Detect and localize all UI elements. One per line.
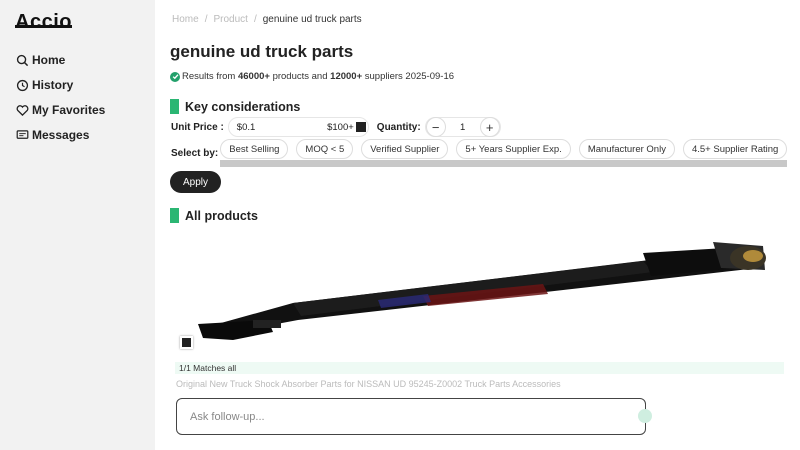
chip-best-selling[interactable]: Best Selling: [220, 139, 289, 159]
history-icon: [16, 79, 29, 91]
section-marker: [170, 208, 179, 223]
quantity-label: Quantity:: [376, 121, 421, 133]
sidebar-item-history[interactable]: History: [16, 78, 73, 92]
products-text: products and: [269, 71, 331, 82]
breadcrumb: Home / Product / genuine ud truck parts: [172, 14, 362, 25]
filter-chips: Best Selling MOQ < 5 Verified Supplier 5…: [220, 139, 788, 167]
breadcrumb-current: genuine ud truck parts: [262, 14, 362, 25]
key-considerations-heading: Key considerations: [170, 99, 300, 114]
shock-absorber-image: [198, 242, 766, 340]
sidebar: Accio Home History My Favorites Messages: [0, 0, 155, 450]
decrement-button[interactable]: −: [425, 117, 446, 137]
chip-supplier-exp[interactable]: 5+ Years Supplier Exp.: [456, 139, 571, 159]
price-min: $0.1: [236, 122, 256, 133]
sidebar-item-favorites[interactable]: My Favorites: [16, 103, 105, 117]
products-count: 46000+: [237, 71, 270, 82]
sidebar-item-label: Messages: [32, 128, 90, 142]
results-summary: Results from 46000+ products and 12000+ …: [170, 71, 454, 82]
quantity-value[interactable]: 1: [460, 122, 465, 133]
quantity-stepper: − 1 +: [424, 117, 501, 137]
sidebar-item-label: My Favorites: [32, 103, 106, 117]
section-title: Key considerations: [185, 99, 301, 114]
increment-button[interactable]: +: [479, 117, 500, 137]
chip-manufacturer-only[interactable]: Manufacturer Only: [578, 139, 675, 159]
chip-moq[interactable]: MOQ < 5: [296, 139, 354, 159]
breadcrumb-home[interactable]: Home: [172, 14, 199, 25]
breadcrumb-separator: /: [253, 14, 257, 25]
compare-checkbox[interactable]: [180, 336, 193, 349]
messages-icon: [16, 129, 29, 139]
price-max: $100+: [327, 122, 354, 133]
all-products-heading: All products: [170, 208, 258, 223]
page-title: genuine ud truck parts: [170, 42, 354, 61]
send-button[interactable]: [638, 409, 652, 423]
app-logo[interactable]: Accio: [15, 8, 72, 28]
apply-button[interactable]: Apply: [170, 171, 221, 193]
breadcrumb-product[interactable]: Product: [213, 14, 247, 25]
section-title: All products: [185, 208, 258, 223]
matches-badge: 1/1 Matches all: [175, 362, 784, 374]
section-marker: [170, 99, 179, 114]
results-prefix: Results from: [182, 71, 238, 82]
heart-icon: [16, 104, 29, 116]
unit-price-label: Unit Price :: [171, 121, 224, 133]
sidebar-item-home[interactable]: Home: [16, 53, 65, 67]
check-circle-icon: [170, 71, 180, 82]
sidebar-item-label: History: [32, 78, 74, 92]
follow-up-input[interactable]: [190, 410, 630, 423]
slider-handle[interactable]: [355, 122, 366, 132]
suppliers-text: suppliers 2025-09-16: [362, 71, 455, 82]
breadcrumb-separator: /: [204, 14, 208, 25]
main-content: Home / Product / genuine ud truck parts …: [155, 0, 800, 450]
chip-supplier-rating[interactable]: 4.5+ Supplier Rating: [682, 139, 788, 159]
sidebar-item-messages[interactable]: Messages: [16, 128, 89, 142]
suppliers-count: 12000+: [330, 71, 363, 82]
price-quantity-row: Unit Price : $0.1 $100+ Quantity: − 1 +: [171, 117, 501, 137]
product-title[interactable]: Original New Truck Shock Absorber Parts …: [176, 379, 561, 389]
search-icon: [16, 54, 29, 66]
sidebar-item-label: Home: [32, 53, 66, 67]
select-by-label: Select by:: [171, 147, 219, 159]
select-by-row: Select by: Best Selling MOQ < 5 Verified…: [171, 139, 788, 167]
chip-verified-supplier[interactable]: Verified Supplier: [361, 139, 449, 159]
price-range-slider[interactable]: $0.1 $100+: [227, 117, 369, 137]
product-image[interactable]: [173, 228, 785, 358]
follow-up-box: [176, 398, 652, 435]
